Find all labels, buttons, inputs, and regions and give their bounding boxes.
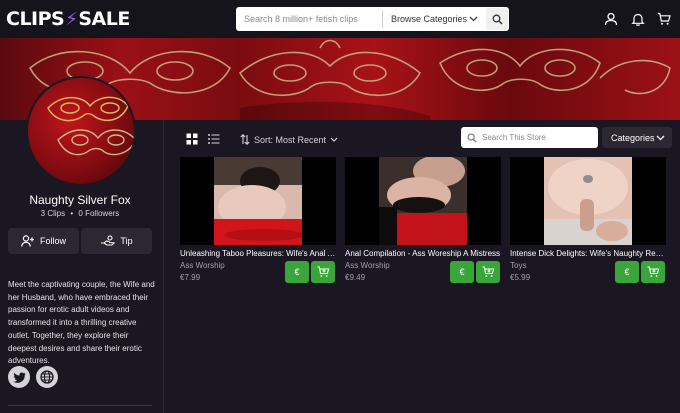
add-to-cart-button[interactable] <box>476 261 500 283</box>
bell-icon <box>631 13 645 26</box>
global-search: Browse Categories <box>236 7 509 31</box>
clip-preview-image <box>214 157 302 245</box>
twitter-icon <box>12 371 26 383</box>
clip-category[interactable]: Ass Worship <box>180 261 225 270</box>
search-icon <box>492 14 502 24</box>
sort-dropdown[interactable]: Sort: Most Recent <box>240 134 338 145</box>
add-user-icon <box>21 235 34 247</box>
grid-view-icon[interactable] <box>186 133 198 145</box>
follow-label: Follow <box>39 236 66 246</box>
clip-price: €7.99 <box>180 273 201 282</box>
clip-title[interactable]: Intense Dick Delights: Wife's Naughty Re… <box>510 249 666 258</box>
notifications-button[interactable] <box>629 10 647 28</box>
clip-card[interactable]: Intense Dick Delights: Wife's Naughty Re… <box>510 157 666 287</box>
search-icon <box>467 133 477 143</box>
clip-card[interactable]: Anal Compilation - Ass Woreship A Mistre… <box>345 157 501 287</box>
clip-preview-image <box>379 157 467 245</box>
account-button[interactable] <box>602 10 620 28</box>
categories-label: Categories <box>611 132 655 143</box>
cart-icon <box>657 12 671 25</box>
chevron-down-icon <box>330 137 338 142</box>
sidebar-divider <box>8 405 152 406</box>
clips4sale-logo[interactable]: CLIPS ⚡ SALE <box>6 8 130 30</box>
cart-button[interactable] <box>655 10 673 28</box>
categories-dropdown[interactable]: Categories <box>602 127 672 148</box>
search-button[interactable] <box>486 8 508 30</box>
search-input[interactable] <box>236 7 382 31</box>
clip-price: €5.99 <box>510 273 531 282</box>
sort-label: Sort: Most Recent <box>254 134 327 145</box>
add-to-cart-button[interactable] <box>311 261 335 283</box>
clip-preview-image <box>544 157 632 245</box>
buy-button[interactable]: € <box>285 261 309 283</box>
clip-title[interactable]: Unleashing Taboo Pleasures: Wife's Anal … <box>180 249 336 258</box>
browse-categories-label: Browse Categories <box>391 14 468 24</box>
top-nav: CLIPS⚡SALE Browse Categories <box>0 0 680 38</box>
website-link[interactable] <box>36 366 58 388</box>
store-search <box>461 127 598 148</box>
buy-button[interactable]: € <box>450 261 474 283</box>
follow-button[interactable]: Follow <box>8 228 79 254</box>
user-icon <box>604 12 618 26</box>
globe-icon <box>40 370 54 384</box>
buy-button[interactable]: € <box>615 261 639 283</box>
clip-category[interactable]: Ass Worship <box>345 261 390 270</box>
follower-count: 0 Followers <box>78 209 120 218</box>
content-divider <box>163 120 164 413</box>
store-avatar <box>26 76 136 186</box>
add-to-cart-icon <box>482 266 494 277</box>
clip-thumbnail[interactable] <box>345 157 501 245</box>
twitter-link[interactable] <box>8 366 30 388</box>
tip-hand-icon <box>101 235 116 246</box>
clip-card[interactable]: Unleashing Taboo Pleasures: Wife's Anal … <box>180 157 336 287</box>
logo-text-left: CLIPS <box>6 8 65 30</box>
chevron-down-icon <box>469 16 478 22</box>
clip-thumbnail[interactable] <box>510 157 666 245</box>
clip-thumbnail[interactable] <box>180 157 336 245</box>
list-view-icon[interactable] <box>208 133 220 145</box>
browse-categories-dropdown[interactable]: Browse Categories <box>382 10 486 28</box>
mask-avatar-image <box>47 96 134 156</box>
add-to-cart-button[interactable] <box>641 261 665 283</box>
chevron-down-icon <box>656 135 665 140</box>
clip-title[interactable]: Anal Compilation - Ass Woreship A Mistre… <box>345 249 501 258</box>
clip-category[interactable]: Toys <box>510 261 526 270</box>
logo-text-right: SALE <box>78 8 130 30</box>
clip-count: 3 Clips <box>40 209 66 218</box>
tip-button[interactable]: Tip <box>81 228 152 254</box>
clip-price: €9.49 <box>345 273 366 282</box>
add-to-cart-icon <box>317 266 329 277</box>
store-search-input[interactable] <box>477 133 589 142</box>
store-name: Naughty Silver Fox <box>29 193 131 207</box>
sort-icon <box>240 134 250 145</box>
store-stats: 3 Clips • 0 Followers <box>0 209 160 218</box>
tip-label: Tip <box>120 236 133 246</box>
add-to-cart-icon <box>647 266 659 277</box>
stats-separator: • <box>70 209 74 218</box>
bolt-icon: ⚡ <box>65 8 78 30</box>
store-bio: Meet the captivating couple, the Wife an… <box>8 280 155 366</box>
